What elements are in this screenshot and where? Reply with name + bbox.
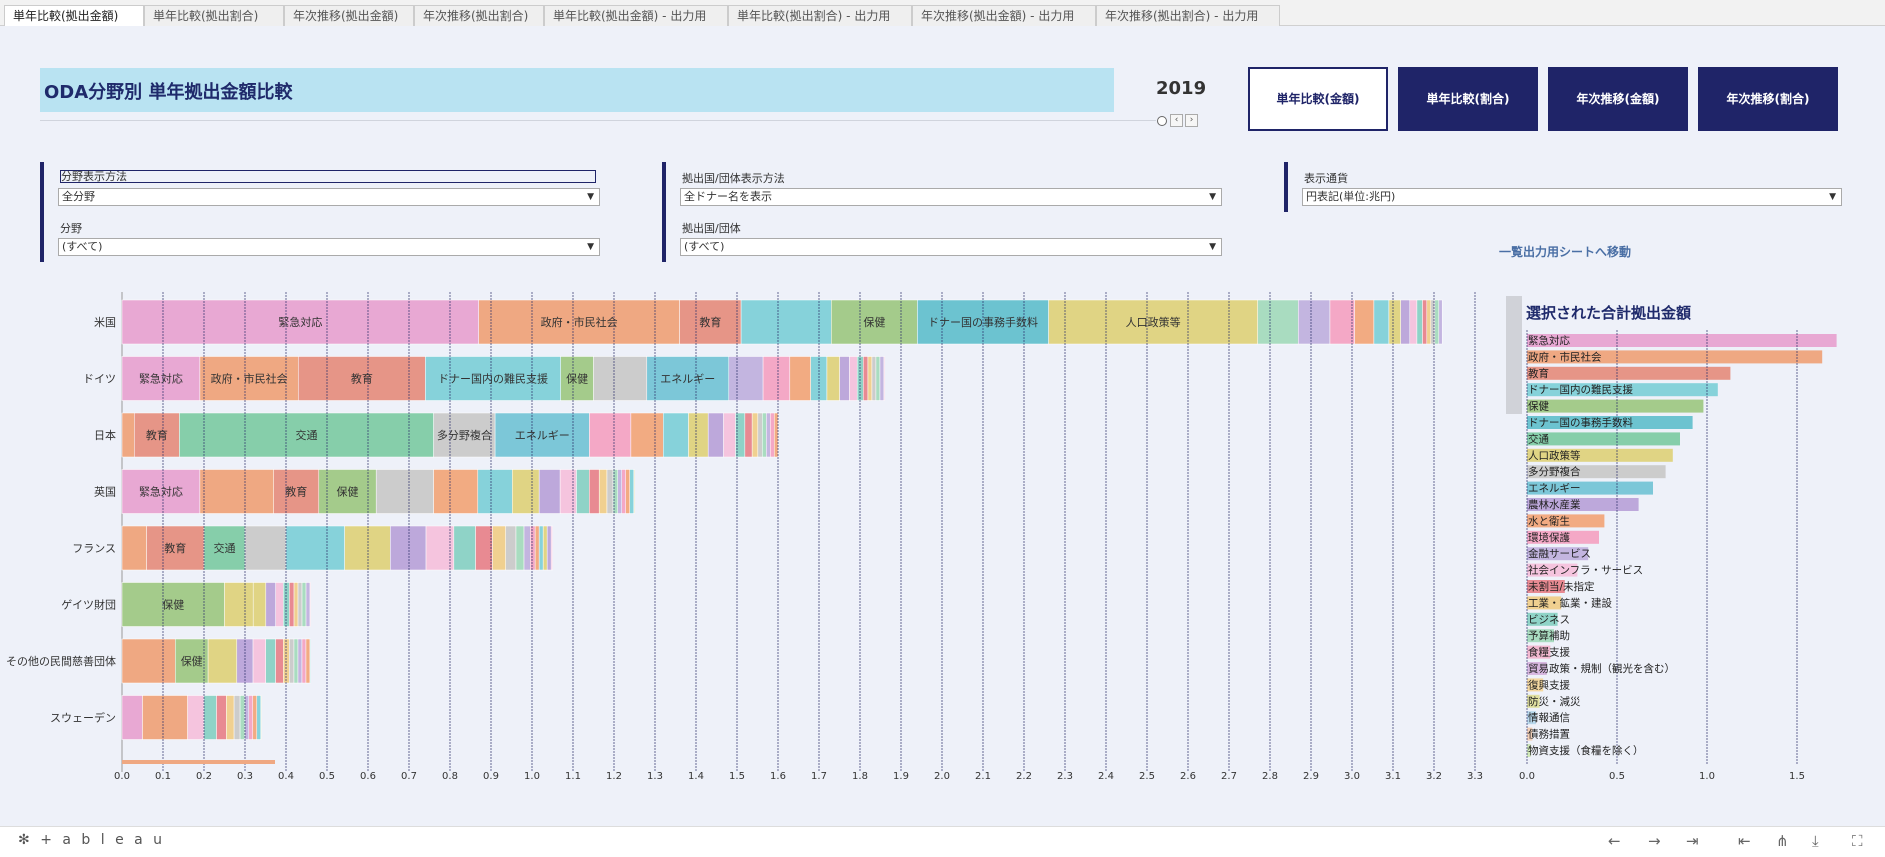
sheet-link[interactable]: 一覧出力用シートへ移動: [1499, 243, 1631, 260]
side-chart-title: 選択された合計拠出金額: [1526, 304, 1692, 322]
tab-5[interactable]: 単年比較(拠出割合) - 出力用: [728, 5, 912, 26]
tab-2[interactable]: 年次推移(拠出金額): [284, 5, 414, 26]
tableau-logo-text: + a b l e a u: [40, 832, 166, 848]
dashboard: [0, 26, 1885, 826]
donor-select[interactable]: (すべて) ▼: [680, 238, 1222, 256]
first-page-icon[interactable]: ⇤: [1738, 832, 1751, 850]
nav-button-0[interactable]: 単年比較(金額): [1248, 67, 1388, 131]
page-title: ODA分野別 単年拠出金額比較: [44, 82, 293, 103]
next-year-button[interactable]: ›: [1185, 114, 1198, 127]
filter-bar: [662, 162, 666, 262]
tab-6[interactable]: 年次推移(拠出金額) - 出力用: [912, 5, 1096, 26]
revert-icon[interactable]: ⇥: [1686, 832, 1699, 850]
download-icon[interactable]: ⤓: [1812, 832, 1819, 850]
donor-value: (すべて): [684, 240, 725, 253]
nav-button-3[interactable]: 年次推移(割合): [1698, 67, 1838, 131]
chevron-down-icon: ▼: [1829, 192, 1836, 202]
year-slider-track[interactable]: [40, 120, 1156, 121]
tab-0[interactable]: 単年比較(拠出金額): [4, 5, 144, 26]
chevron-down-icon: ▼: [1209, 192, 1216, 202]
share-icon[interactable]: ⋔: [1776, 832, 1789, 850]
filter-label-sector: 分野: [60, 222, 82, 235]
tab-7[interactable]: 年次推移(拠出割合) - 出力用: [1096, 5, 1280, 26]
undo-icon[interactable]: ←: [1608, 832, 1621, 850]
filter-bar: [1284, 162, 1288, 212]
chevron-down-icon: ▼: [587, 192, 594, 202]
year-slider-knob[interactable]: [1157, 116, 1167, 126]
donor-display-select[interactable]: 全ドナー名を表示 ▼: [680, 188, 1222, 206]
filter-label-donor-display: 拠出国/団体表示方法: [682, 172, 785, 185]
redo-icon[interactable]: →: [1648, 832, 1661, 850]
nav-button-2[interactable]: 年次推移(金額): [1548, 67, 1688, 131]
currency-select[interactable]: 円表記(単位:兆円) ▼: [1302, 188, 1842, 206]
filter-label-donor: 拠出国/団体: [682, 222, 741, 235]
filter-bar: [40, 162, 44, 262]
donor-display-value: 全ドナー名を表示: [684, 190, 772, 203]
chevron-down-icon: ▼: [1209, 242, 1216, 252]
sector-select[interactable]: (すべて) ▼: [58, 238, 600, 256]
year-label: 2019: [1156, 78, 1207, 99]
tab-4[interactable]: 単年比較(拠出金額) - 出力用: [544, 5, 728, 26]
prev-year-button[interactable]: ‹: [1170, 114, 1183, 127]
tab-1[interactable]: 単年比較(拠出割合): [144, 5, 284, 26]
sheet-tabs: 単年比較(拠出金額) 単年比較(拠出割合) 年次推移(拠出金額) 年次推移(拠出割合)…: [0, 0, 1885, 26]
sector-value: (すべて): [62, 240, 103, 253]
filter-label-currency: 表示通貨: [1304, 172, 1348, 185]
tableau-logo[interactable]: ✻ + a b l e a u: [18, 832, 165, 848]
tab-3[interactable]: 年次推移(拠出割合): [414, 5, 544, 26]
sector-display-value: 全分野: [62, 190, 95, 203]
footer: [0, 826, 1885, 857]
filter-label-sector-display: 分野表示方法: [60, 170, 596, 183]
fullscreen-icon[interactable]: ⛶: [1852, 832, 1863, 850]
chevron-down-icon: ▼: [587, 242, 594, 252]
tableau-logo-icon: ✻: [18, 832, 33, 848]
nav-button-1[interactable]: 単年比較(割合): [1398, 67, 1538, 131]
sector-display-select[interactable]: 全分野 ▼: [58, 188, 600, 206]
currency-value: 円表記(単位:兆円): [1306, 190, 1396, 203]
